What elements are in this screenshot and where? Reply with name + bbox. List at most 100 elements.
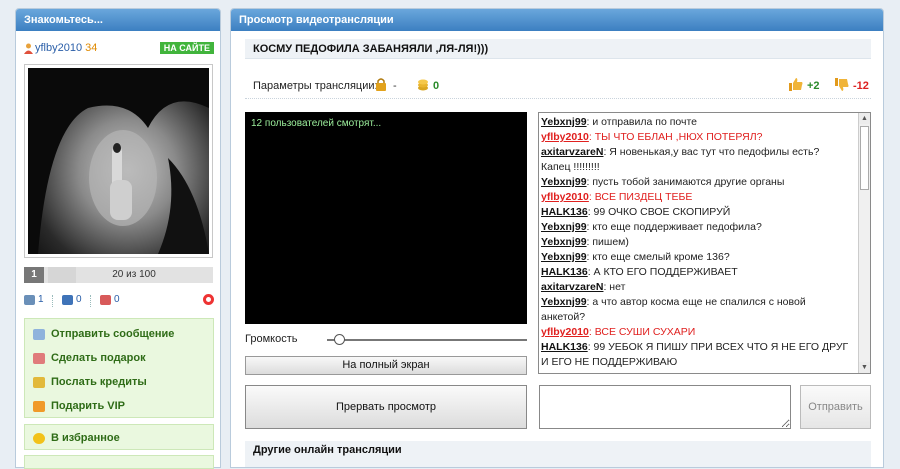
webcam-icon[interactable]	[203, 294, 214, 305]
thumbs-up-icon[interactable]	[789, 77, 803, 91]
add-favorites-label[interactable]: В избранное	[51, 432, 120, 444]
chat-text: : пусть тобой занимаются другие органы	[586, 176, 785, 188]
chat-nick-link[interactable]: Yebxnj99	[541, 296, 587, 308]
chat-text: анкетой?	[541, 311, 586, 323]
chat-log[interactable]: Yebxnj99: и отправила по почте yflby2010:…	[538, 112, 871, 374]
chat-nick-link[interactable]: Yebxnj99	[541, 176, 587, 188]
profile-actions: Отправить сообщение Сделать подарок Посл…	[24, 318, 214, 418]
chat-message: Yebxnj99: кто еще поддерживает педофила?	[541, 220, 859, 235]
chat-nick-link[interactable]: HALK136	[541, 341, 588, 353]
video-player[interactable]: 12 пользователей смотрят...	[245, 112, 527, 324]
stream-panel: Просмотр видеотрансляции КОСМУ ПЕДОФИЛА …	[230, 8, 884, 468]
gift-count: 0	[114, 294, 120, 305]
chat-text: : ВСЕ СУШИ СУХАРИ	[588, 326, 696, 338]
photo-counter[interactable]: 1	[24, 294, 44, 305]
other-streams-header: Другие онлайн трансляции	[245, 441, 871, 467]
chat-nick-link[interactable]: HALK136	[541, 206, 588, 218]
online-badge: НА САЙТЕ	[159, 42, 214, 54]
gift-vip-button[interactable]: Подарить VIP	[33, 399, 125, 413]
chat-message: HALK136: 99 УЕБОК Я ПИШУ ПРИ ВСЕХ ЧТО Я …	[541, 340, 859, 355]
stream-params: Параметры трансляции: - 0 +2 -12	[245, 75, 871, 99]
photo-silhouette	[28, 68, 209, 254]
chat-nick-link[interactable]: Yebxnj99	[541, 236, 587, 248]
chat-message: Yebxnj99: кто еще смелый кроме 136?	[541, 250, 859, 265]
video-counter[interactable]: 0	[62, 294, 82, 305]
chat-text: : а что автор косма еще не спалился с но…	[586, 296, 806, 308]
gift-icon	[100, 294, 111, 305]
photo-count: 1	[38, 294, 44, 305]
send-message-button[interactable]: Отправить сообщение	[33, 327, 174, 341]
chat-scrollbar[interactable]: ▲ ▼	[858, 113, 870, 373]
profile-panel-title: Знакомьтесь...	[16, 9, 220, 31]
send-credits-label[interactable]: Послать кредиты	[51, 376, 147, 388]
profile-photo[interactable]	[24, 64, 213, 258]
chat-text: : кто еще смелый кроме 136?	[586, 251, 730, 263]
user-icon	[24, 43, 33, 54]
photo-pager: 1 20 из 100	[24, 267, 213, 283]
chat-nick-link[interactable]: Yebxnj99	[541, 221, 587, 233]
chat-nick-link[interactable]: yflby2010	[541, 191, 589, 203]
video-icon	[62, 294, 73, 305]
fullscreen-button[interactable]: На полный экран	[245, 356, 527, 375]
chat-message: Yebxnj99: а что автор косма еще не спали…	[541, 295, 859, 310]
add-favorites-button[interactable]: В избранное	[33, 431, 120, 445]
chat-nick-link[interactable]: axitarvzareN	[541, 146, 603, 158]
gift-counter[interactable]: 0	[100, 294, 120, 305]
stop-viewing-button[interactable]: Прервать просмотр	[245, 385, 527, 429]
chat-nick-link[interactable]: axitarvzareN	[541, 281, 603, 293]
stream-panel-title: Просмотр видеотрансляции	[231, 9, 883, 31]
chat-text: : и отправила по почте	[586, 116, 697, 128]
chat-text: : А КТО ЕГО ПОДДЕРЖИВАЕТ	[587, 266, 738, 278]
send-gift-label[interactable]: Сделать подарок	[51, 352, 146, 364]
volume-label: Громкость	[245, 333, 298, 345]
chat-text: : ТЫ ЧТО ЕБЛАН ,НЮХ ПОТЕРЯЛ?	[588, 131, 763, 143]
lock-icon	[376, 78, 386, 91]
chat-message: HALK136: 99 ОЧКО СВОЕ СКОПИРУЙ	[541, 205, 859, 220]
coins-icon	[418, 79, 428, 91]
envelope-icon	[33, 328, 45, 340]
user-line: yflby2010 34 НА САЙТЕ	[24, 42, 214, 56]
chat-text: И ЕГО НЕ ПОДДЕРЖИВАЮ	[541, 356, 678, 368]
scroll-down-icon[interactable]: ▼	[859, 362, 870, 373]
dislikes-count: -12	[853, 80, 869, 92]
chat-text: : Я новенькая,у вас тут что педофилы ест…	[603, 146, 820, 158]
user-age: 34	[85, 42, 98, 54]
send-credits-button[interactable]: Послать кредиты	[33, 375, 147, 389]
profile-panel: Знакомьтесь... yflby2010 34 НА САЙТЕ 1 20…	[15, 8, 221, 469]
scroll-up-icon[interactable]: ▲	[859, 113, 870, 124]
gift-icon	[33, 352, 45, 364]
thumbs-down-icon[interactable]	[835, 78, 849, 92]
pager-current[interactable]: 1	[24, 267, 44, 283]
send-gift-button[interactable]: Сделать подарок	[33, 351, 146, 365]
chat-nick-link[interactable]: yflby2010	[541, 131, 589, 143]
gift-vip-label[interactable]: Подарить VIP	[51, 400, 125, 412]
chat-nick-link[interactable]: yflby2010	[541, 326, 589, 338]
volume-slider[interactable]	[327, 339, 527, 341]
volume-slider-handle[interactable]	[334, 334, 345, 345]
chat-nick-link[interactable]: Yebxnj99	[541, 116, 587, 128]
more-actions-box	[24, 455, 214, 469]
separator	[52, 295, 53, 307]
chat-message: Yebxnj99: пишем)	[541, 235, 859, 250]
favorites-box: В избранное	[24, 424, 214, 450]
profile-photo-image[interactable]	[28, 68, 209, 254]
chat-message: yflby2010: ТЫ ЧТО ЕБЛАН ,НЮХ ПОТЕРЯЛ?	[541, 130, 859, 145]
lock-value: -	[393, 80, 397, 92]
scrollbar-thumb[interactable]	[860, 126, 869, 190]
chat-text: Капец !!!!!!!!!	[541, 161, 600, 173]
chat-text: : 99 ОЧКО СВОЕ СКОПИРУЙ	[587, 206, 731, 218]
chat-nick-link[interactable]: Yebxnj99	[541, 251, 587, 263]
chat-message: yflby2010: ВСЕ СУШИ СУХАРИ	[541, 325, 859, 340]
user-name[interactable]: yflby2010	[35, 42, 82, 54]
chat-message: axitarvzareN: нет	[541, 280, 859, 295]
send-button[interactable]: Отправить	[800, 385, 871, 429]
pager-text: 20 из 100	[112, 269, 156, 280]
chat-message-input[interactable]	[539, 385, 791, 429]
send-message-label[interactable]: Отправить сообщение	[51, 328, 174, 340]
stream-title: КОСМУ ПЕДОФИЛА ЗАБАНЯЯЛИ ,ЛЯ-ЛЯ!)))	[253, 43, 489, 55]
coin-value: 0	[433, 80, 440, 92]
chat-message: HALK136: А КТО ЕГО ПОДДЕРЖИВАЕТ	[541, 265, 859, 280]
chat-message: axitarvzareN: Я новенькая,у вас тут что …	[541, 145, 859, 160]
chat-nick-link[interactable]: HALK136	[541, 266, 588, 278]
user-name-link[interactable]: yflby2010 34	[35, 42, 97, 54]
